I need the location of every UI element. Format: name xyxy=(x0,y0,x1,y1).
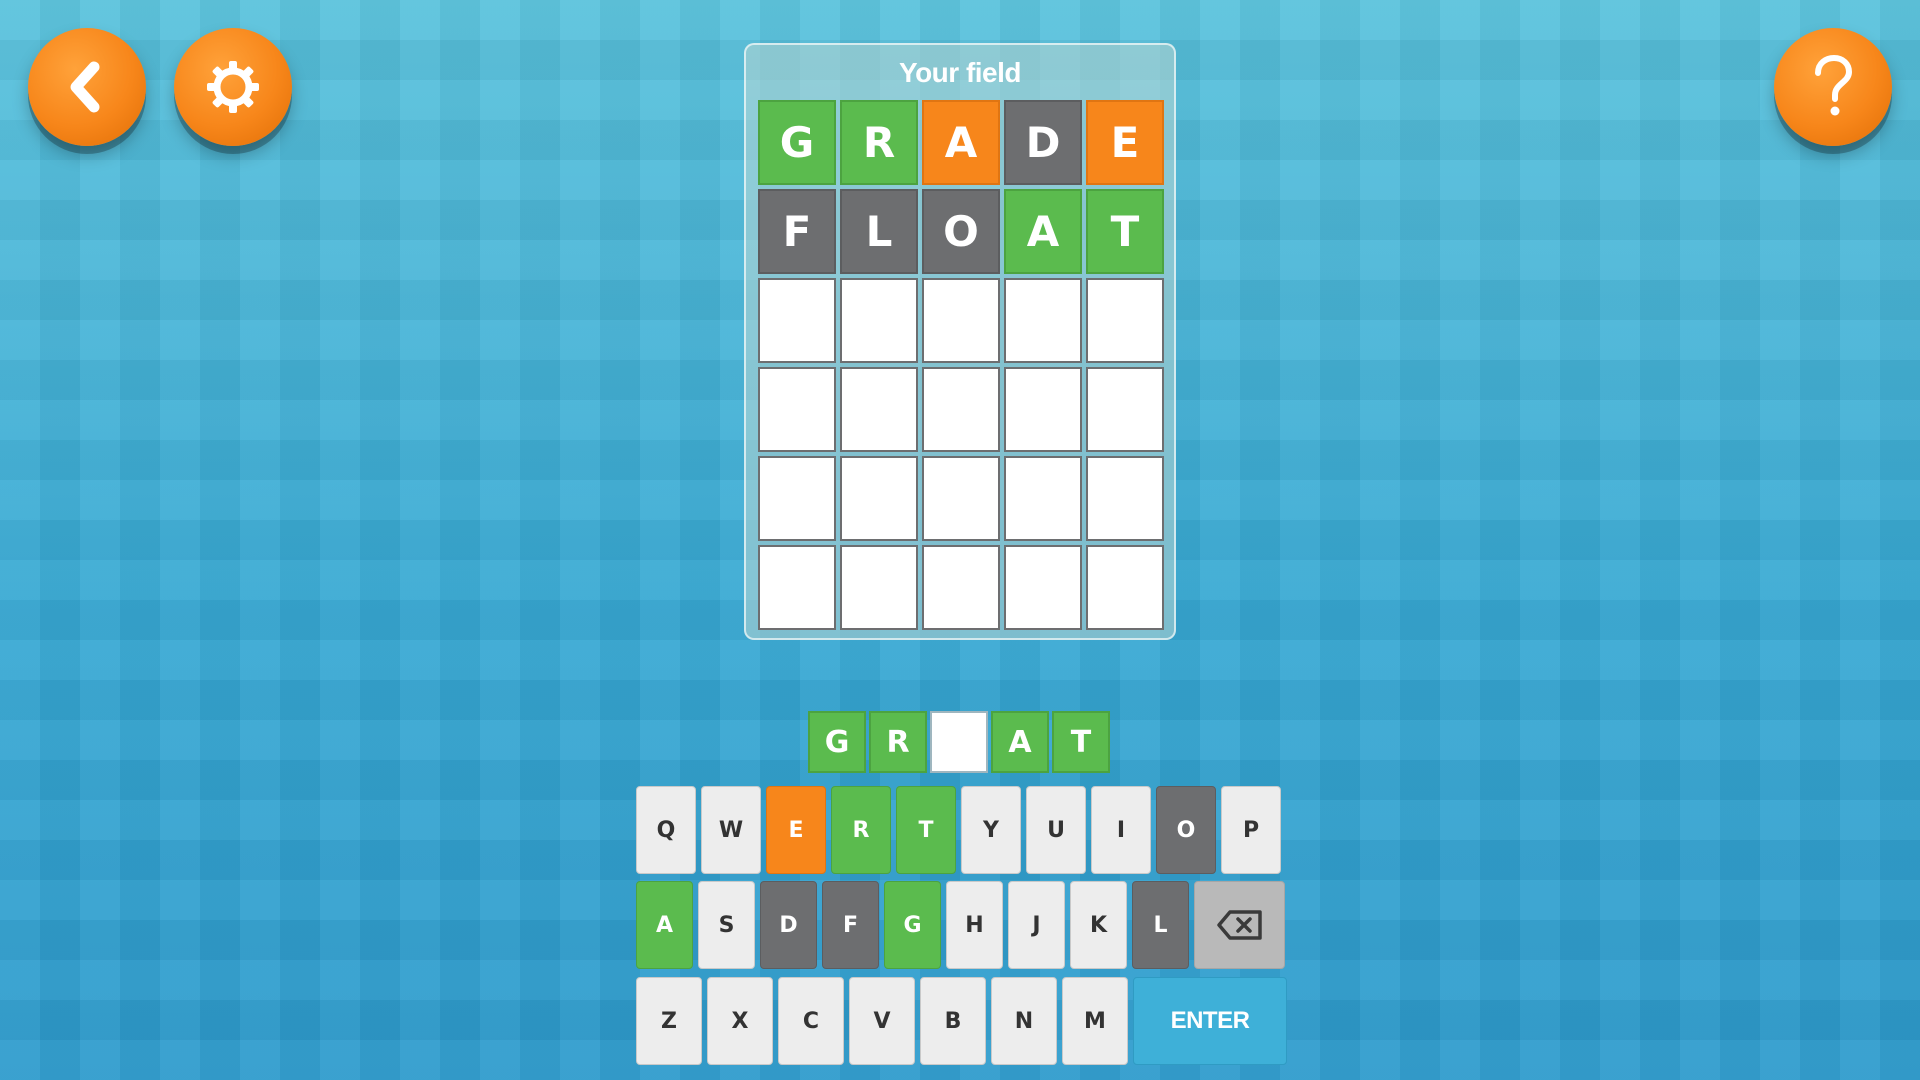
key-v[interactable]: V xyxy=(849,977,915,1065)
key-e[interactable]: E xyxy=(766,786,826,874)
grid-tile: F xyxy=(758,189,836,274)
guess-grid: GRADEFLOAT xyxy=(758,100,1164,630)
key-i[interactable]: I xyxy=(1091,786,1151,874)
grid-tile xyxy=(922,545,1000,630)
settings-button[interactable] xyxy=(174,28,292,146)
key-l[interactable]: L xyxy=(1132,881,1189,969)
key-a[interactable]: A xyxy=(636,881,693,969)
grid-tile xyxy=(922,278,1000,363)
field-title: Your field xyxy=(898,57,1022,88)
grid-tile xyxy=(1086,278,1164,363)
grid-tile: A xyxy=(922,100,1000,185)
grid-tile: A xyxy=(1004,189,1082,274)
grid-tile xyxy=(840,456,918,541)
key-j[interactable]: J xyxy=(1008,881,1065,969)
key-b[interactable]: B xyxy=(920,977,986,1065)
backspace-key[interactable] xyxy=(1194,881,1285,969)
grid-tile xyxy=(840,367,918,452)
grid-tile: E xyxy=(1086,100,1164,185)
grid-tile xyxy=(1086,367,1164,452)
help-button[interactable] xyxy=(1774,28,1892,146)
key-g[interactable]: G xyxy=(884,881,941,969)
keyboard-row-3: Z X C V B N M ENTER xyxy=(636,977,1287,1065)
backspace-icon xyxy=(1216,910,1262,940)
hint-tile: G xyxy=(808,711,866,773)
enter-key[interactable]: ENTER xyxy=(1133,977,1287,1065)
grid-tile xyxy=(922,367,1000,452)
key-k[interactable]: K xyxy=(1070,881,1127,969)
key-d[interactable]: D xyxy=(760,881,817,969)
key-r[interactable]: R xyxy=(831,786,891,874)
key-n[interactable]: N xyxy=(991,977,1057,1065)
key-c[interactable]: C xyxy=(778,977,844,1065)
keyboard-row-2: ASDFGHJKL xyxy=(636,881,1285,969)
grid-tile xyxy=(758,367,836,452)
key-q[interactable]: Q xyxy=(636,786,696,874)
key-m[interactable]: M xyxy=(1062,977,1128,1065)
hint-tile: A xyxy=(991,711,1049,773)
grid-tile: T xyxy=(1086,189,1164,274)
hint-tile: T xyxy=(1052,711,1110,773)
key-o[interactable]: O xyxy=(1156,786,1216,874)
grid-tile xyxy=(1004,545,1082,630)
grid-tile xyxy=(758,545,836,630)
grid-tile: L xyxy=(840,189,918,274)
key-p[interactable]: P xyxy=(1221,786,1281,874)
key-y[interactable]: Y xyxy=(961,786,1021,874)
grid-tile xyxy=(1004,367,1082,452)
game-field-panel: Your field GRADEFLOAT xyxy=(744,43,1176,640)
keyboard-row-1: QWERTYUIOP xyxy=(636,786,1281,874)
grid-tile: G xyxy=(758,100,836,185)
grid-tile xyxy=(922,456,1000,541)
hint-tile xyxy=(930,711,988,773)
question-mark-icon xyxy=(1815,55,1853,116)
grid-tile xyxy=(758,278,836,363)
key-z[interactable]: Z xyxy=(636,977,702,1065)
grid-tile: O xyxy=(922,189,1000,274)
hint-tile: R xyxy=(869,711,927,773)
key-u[interactable]: U xyxy=(1026,786,1086,874)
grid-tile xyxy=(840,278,918,363)
key-h[interactable]: H xyxy=(946,881,1003,969)
chevron-left-icon xyxy=(70,61,100,113)
hint-row: GR AT xyxy=(808,711,1110,773)
grid-tile xyxy=(1004,278,1082,363)
key-t[interactable]: T xyxy=(896,786,956,874)
gear-icon xyxy=(207,61,259,113)
back-button[interactable] xyxy=(28,28,146,146)
grid-tile xyxy=(1004,456,1082,541)
grid-tile xyxy=(1086,545,1164,630)
key-x[interactable]: X xyxy=(707,977,773,1065)
grid-tile: R xyxy=(840,100,918,185)
key-f[interactable]: F xyxy=(822,881,879,969)
key-s[interactable]: S xyxy=(698,881,755,969)
grid-tile: D xyxy=(1004,100,1082,185)
grid-tile xyxy=(758,456,836,541)
key-w[interactable]: W xyxy=(701,786,761,874)
grid-tile xyxy=(840,545,918,630)
grid-tile xyxy=(1086,456,1164,541)
